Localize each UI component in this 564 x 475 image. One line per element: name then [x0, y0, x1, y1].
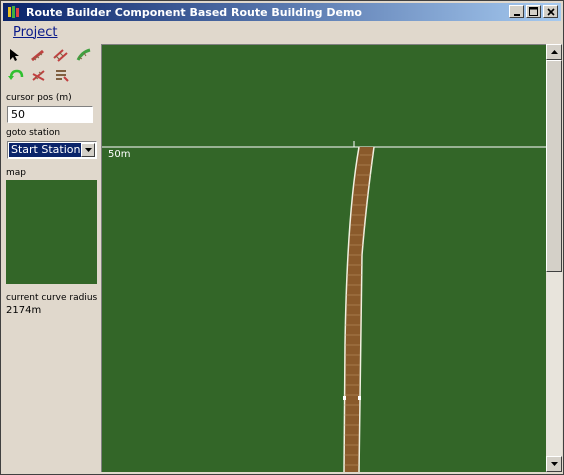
- minimap[interactable]: [6, 180, 97, 284]
- cursor-pos-label: cursor pos (m): [6, 93, 72, 103]
- double-track-icon: [53, 49, 68, 62]
- scroll-down-button[interactable]: [546, 456, 562, 472]
- select-tool-button[interactable]: [5, 47, 23, 63]
- undo-icon: [8, 69, 24, 80]
- arrow-pointer-icon: [10, 49, 19, 61]
- goto-station-label: goto station: [6, 128, 61, 138]
- dropdown-button[interactable]: [81, 143, 95, 157]
- straight-track-icon: [31, 49, 44, 62]
- distance-marker-label: 50m: [108, 149, 131, 160]
- arrow-up-icon: [550, 50, 558, 54]
- maximize-button[interactable]: [526, 5, 541, 18]
- cursor-pos-input[interactable]: 50: [7, 106, 93, 123]
- goto-station-value: Start Station: [9, 143, 81, 157]
- track-end-icon: [56, 70, 69, 82]
- menu-project[interactable]: Project: [11, 25, 59, 40]
- scrollbar-thumb[interactable]: [546, 60, 562, 272]
- double-track-tool-button[interactable]: [52, 47, 70, 63]
- route-viewport[interactable]: 50m: [101, 44, 547, 472]
- goto-station-select[interactable]: Start Station: [7, 141, 97, 159]
- track-junction-icon: [32, 70, 45, 81]
- sidebar: cursor pos (m) 50 goto station Start Sta…: [3, 43, 101, 473]
- map-label: map: [6, 168, 26, 178]
- app-window: Route Builder Component Based Route Buil…: [0, 0, 564, 475]
- window-title: Route Builder Component Based Route Buil…: [26, 5, 362, 19]
- menu-bar: Project: [3, 23, 561, 41]
- segment-joint-right: [358, 396, 361, 400]
- chevron-down-icon: [84, 148, 92, 152]
- app-icon: [8, 6, 19, 18]
- curve-radius-value: 2174m: [6, 305, 42, 316]
- vertical-scrollbar[interactable]: [546, 44, 562, 472]
- arrow-down-icon: [550, 462, 558, 466]
- title-bar[interactable]: Route Builder Component Based Route Buil…: [3, 3, 561, 21]
- curved-track-tool-button[interactable]: [75, 47, 93, 63]
- minimize-icon: [513, 13, 520, 16]
- maximize-icon: [529, 7, 538, 16]
- straight-track-tool-button[interactable]: [29, 47, 47, 63]
- track-end-tool-button[interactable]: [53, 67, 71, 83]
- segment-joint-left: [343, 396, 346, 400]
- curved-track-icon: [76, 48, 91, 61]
- curve-radius-label: current curve radius: [6, 293, 98, 303]
- undo-tool-button[interactable]: [7, 67, 25, 83]
- close-icon: [546, 7, 555, 16]
- scroll-up-button[interactable]: [546, 44, 562, 60]
- close-button[interactable]: [543, 5, 558, 18]
- minimize-button[interactable]: [509, 5, 524, 18]
- track-junction-tool-button[interactable]: [30, 67, 48, 83]
- route-canvas: [102, 141, 547, 472]
